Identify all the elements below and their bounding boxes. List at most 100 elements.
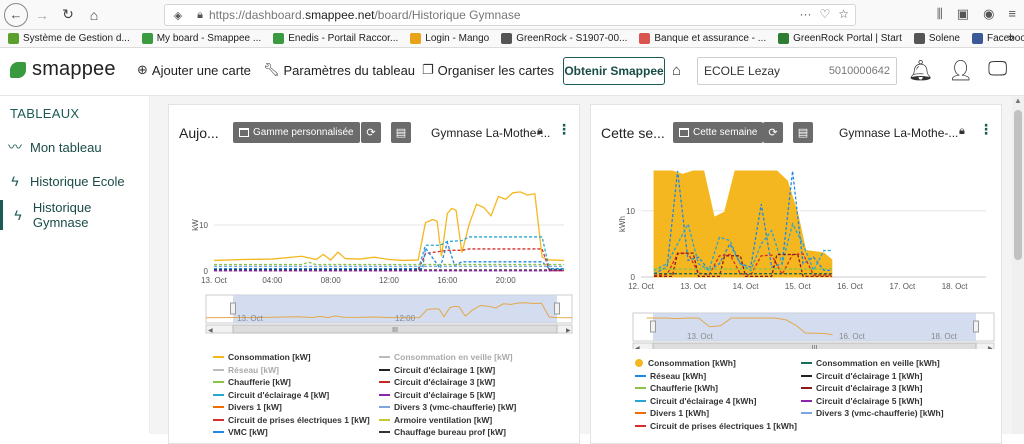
legend-item[interactable]: Circuit d'éclairage 3 [kW] <box>379 377 495 387</box>
bookmark-item[interactable]: Facebook - Connexion... <box>972 33 1024 44</box>
legend-item[interactable]: Circuit d'éclairage 5 [kW] <box>379 390 495 400</box>
legend-swatch <box>801 387 812 389</box>
bookmark-label: My board - Smappee ... <box>156 33 262 44</box>
export-button[interactable]: ▤ <box>793 122 813 143</box>
address-bar[interactable]: ◈ 🔒︎ https://dashboard.smappee.net/board… <box>164 4 856 26</box>
document-icon: ▤ <box>395 127 407 139</box>
legend-item[interactable]: Divers 3 (vmc-chaufferie) [kWh] <box>801 408 944 418</box>
bookmark-item[interactable]: Solene <box>913 33 960 44</box>
page-actions-icon[interactable]: ··· <box>799 7 811 21</box>
legend-swatch <box>213 431 224 433</box>
notification-bell-icon[interactable]: 🔔︎ <box>908 58 933 83</box>
lock-icon[interactable]: 🔒︎ <box>537 125 543 138</box>
bookmark-item[interactable]: GreenRock Portal | Start <box>778 33 902 44</box>
range-button[interactable]: Cette semaine <box>673 122 764 143</box>
more-options-icon[interactable]: ⋮ <box>557 121 571 138</box>
more-options-icon[interactable]: ⋮ <box>979 121 993 138</box>
menu-icon[interactable]: ≡ <box>1008 6 1016 22</box>
bookmark-item[interactable]: Système de Gestion d... <box>8 33 130 44</box>
wrench-icon: 🔧︎ <box>263 62 280 77</box>
favicon-icon <box>410 33 422 44</box>
library-icon[interactable]: ⫼ <box>937 6 943 22</box>
legend-item[interactable]: Réseau [kW] <box>213 365 279 375</box>
lock-icon[interactable]: 🔒︎ <box>959 125 965 138</box>
legend-item[interactable]: Circuit d'éclairage 4 [kWh] <box>635 396 756 406</box>
forward-icon[interactable]: → <box>30 3 54 27</box>
sidebar-toggle-icon[interactable]: ▣ <box>957 6 969 22</box>
navigator-label: 16. Oct <box>839 332 866 341</box>
bookmark-item[interactable]: Banque et assurance - ... <box>639 33 766 44</box>
home-icon[interactable]: ⌂ <box>82 3 106 27</box>
location-home-icon[interactable]: ⌂ <box>672 62 681 79</box>
scrollbar-thumb[interactable] <box>1014 110 1022 260</box>
location-selector[interactable]: ECOLE Lezay 5010000642 <box>697 57 897 85</box>
monitor-icon[interactable]: 🖵 <box>988 58 1007 81</box>
bookmark-label: Système de Gestion d... <box>23 33 130 44</box>
legend-label: Chaufferie [kWh] <box>650 383 718 393</box>
legend-swatch <box>379 381 390 383</box>
legend-item[interactable]: Chaufferie [kW] <box>213 377 291 387</box>
legend-item[interactable]: Réseau [kWh] <box>635 371 706 381</box>
smappee-logo[interactable]: smappee <box>10 58 116 81</box>
organize-cards-button[interactable]: ❐ Organiser les cartes <box>422 62 554 78</box>
reload-icon[interactable]: ↻ <box>56 3 80 27</box>
legend-item[interactable]: Circuit de prises électriques 1 [kWh] <box>635 421 797 431</box>
bookmark-item[interactable]: GreenRock - S1907-00... <box>501 33 627 44</box>
legend-item[interactable]: Divers 1 [kW] <box>213 402 282 412</box>
legend-item[interactable]: Consommation en veille [kW] <box>379 352 513 362</box>
series-line <box>214 261 564 266</box>
range-button[interactable]: Gamme personnalisée <box>233 122 360 143</box>
legend-item[interactable]: VMC [kW] <box>213 427 268 437</box>
legend-item[interactable]: Circuit d'éclairage 1 [kW] <box>379 365 495 375</box>
sidebar-item-historique-gymnase[interactable]: ϟ Historique Gymnase <box>0 200 150 230</box>
series-area <box>653 170 833 278</box>
sidebar-item-mon-tableau[interactable]: 〰 Mon tableau <box>0 132 150 162</box>
location-id: 5010000642 <box>828 65 890 77</box>
export-button[interactable]: ▤ <box>391 122 411 143</box>
scroll-up-icon[interactable]: ▲ <box>1014 96 1022 105</box>
document-icon: ▤ <box>797 127 809 139</box>
x-tick-label: 13. Oct <box>680 282 707 291</box>
page-scrollbar[interactable]: ▲ <box>1012 96 1024 434</box>
legend-item[interactable]: Consommation [kWh] <box>635 358 736 368</box>
bookmark-star-icon[interactable]: ☆ <box>838 7 849 21</box>
legend-label: Circuit d'éclairage 1 [kWh] <box>816 370 923 381</box>
add-card-button[interactable]: ⊕ Ajouter une carte <box>137 62 251 78</box>
legend-label: Divers 1 [kWh] <box>650 408 710 418</box>
favicon-icon <box>141 33 153 44</box>
bookmarks-more-icon[interactable]: » <box>1008 32 1014 44</box>
refresh-button[interactable]: ⟳ <box>763 122 783 143</box>
y-axis-label: kW <box>191 219 200 231</box>
refresh-button[interactable]: ⟳ <box>361 122 381 143</box>
get-smappee-button[interactable]: Obtenir Smappee <box>563 57 665 85</box>
legend-item[interactable]: Chaufferie [kWh] <box>635 383 718 393</box>
pocket-icon[interactable]: ♡ <box>819 7 830 21</box>
account-icon[interactable]: ◉ <box>983 6 994 22</box>
legend-item[interactable]: Consommation en veille [kWh] <box>801 358 940 368</box>
x-tick-label: 16. Oct <box>837 282 864 291</box>
user-icon[interactable]: 👤︎ <box>948 58 973 83</box>
favicon-icon <box>273 33 285 44</box>
lightning-icon: ϟ <box>14 207 22 223</box>
legend-item[interactable]: Circuit de prises électriques 1 [kW] <box>213 415 370 425</box>
legend-label: Circuit d'éclairage 1 [kW] <box>394 364 496 375</box>
legend-item[interactable]: Chauffage bureau prof [kW] <box>379 427 506 437</box>
bookmark-item[interactable]: Enedis - Portail Raccor... <box>273 33 398 44</box>
legend-item[interactable]: Divers 3 (vmc-chaufferie) [kW] <box>379 402 516 412</box>
legend-item[interactable]: Consommation [kW] <box>213 352 311 362</box>
legend-item[interactable]: Circuit d'éclairage 4 [kW] <box>213 390 329 400</box>
legend-item[interactable]: Circuit d'éclairage 1 [kWh] <box>801 371 922 381</box>
back-icon[interactable]: ← <box>4 2 28 27</box>
legend-item[interactable]: Divers 1 [kWh] <box>635 408 709 418</box>
board-settings-button[interactable]: 🔧︎ Paramètres du tableau <box>263 62 415 78</box>
legend-swatch <box>213 381 224 383</box>
bookmark-item[interactable]: Login - Mango <box>410 33 489 44</box>
favicon-icon <box>913 33 925 44</box>
scrollbar-grip-icon: III <box>392 327 398 334</box>
y-tick-label: 10 <box>626 207 635 216</box>
sidebar-item-historique-ecole[interactable]: ϟ Historique Ecole <box>0 166 150 196</box>
legend-item[interactable]: Armoire ventilation [kW] <box>379 415 492 425</box>
legend-item[interactable]: Circuit d'éclairage 5 [kWh] <box>801 396 922 406</box>
legend-item[interactable]: Circuit d'éclairage 3 [kWh] <box>801 383 922 393</box>
bookmark-item[interactable]: My board - Smappee ... <box>141 33 262 44</box>
